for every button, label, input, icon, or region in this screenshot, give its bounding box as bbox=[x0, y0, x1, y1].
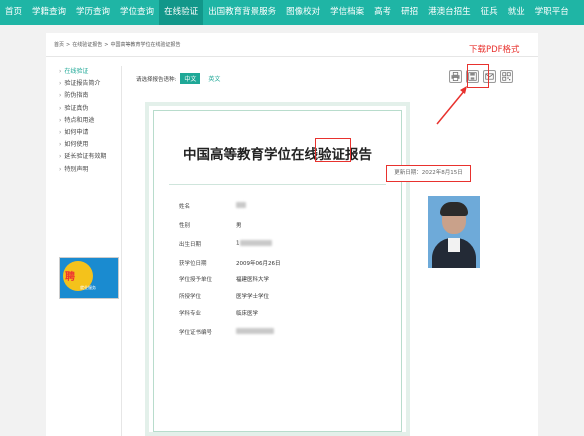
field-value-text: 男 bbox=[236, 223, 242, 229]
field-value-text: 福建医科大学 bbox=[236, 277, 270, 283]
annotation-highlight-box bbox=[467, 64, 489, 88]
nav-item[interactable]: 首页 bbox=[0, 0, 27, 25]
breadcrumb-home[interactable]: 首页 bbox=[54, 42, 64, 48]
nav-item[interactable]: 在线验证 bbox=[159, 0, 204, 25]
field-value: 男 bbox=[236, 221, 242, 229]
divider bbox=[46, 56, 538, 57]
update-date: 更新日期：2022年8月15日 bbox=[386, 165, 471, 182]
nav-item[interactable]: 高考 bbox=[369, 0, 396, 25]
sidebar-item[interactable]: › 如何申请 bbox=[52, 127, 121, 139]
sidebar-item[interactable]: › 特点和用途 bbox=[52, 115, 121, 127]
chevron-right-icon: › bbox=[59, 116, 62, 124]
photo-collar bbox=[448, 238, 460, 252]
redacted-value bbox=[239, 240, 272, 246]
nav-item[interactable]: 学位查询 bbox=[115, 0, 159, 25]
sidebar-item-label: 验证真伪 bbox=[64, 104, 89, 112]
qrcode-icon[interactable] bbox=[500, 70, 513, 83]
nav-item[interactable]: 学职平台 bbox=[530, 0, 574, 25]
sidebar-item[interactable]: › 防伪指南 bbox=[52, 90, 121, 102]
chevron-right-icon: › bbox=[59, 68, 62, 75]
title-highlight-box bbox=[315, 138, 351, 162]
sidebar-item[interactable]: › 验证报告简介 bbox=[52, 78, 121, 90]
field-value: 1 bbox=[236, 240, 272, 247]
sidebar: › 在线验证 › 验证报告简介 › 防伪指南 › 验证真伪 › 特点和用途 › 如何申请 › 如何使用 › 延… bbox=[52, 66, 122, 436]
chevron-right-icon: › bbox=[59, 141, 62, 149]
field-label: 学科专业 bbox=[179, 311, 202, 317]
nav-item[interactable]: 港澳台招生 bbox=[423, 0, 476, 25]
field-value: 医学学士学位 bbox=[236, 292, 269, 300]
field-label: 所授学位 bbox=[179, 294, 202, 300]
breadcrumb-separator: > bbox=[66, 42, 71, 48]
sidebar-item[interactable]: › 特别声明 bbox=[52, 164, 121, 176]
field-label: 出生日期 bbox=[179, 242, 202, 248]
breadcrumb-report[interactable]: 在线验证报告 bbox=[72, 42, 102, 48]
nav-item[interactable]: 学籍查询 bbox=[27, 0, 71, 25]
photo-hair bbox=[440, 202, 468, 216]
field-value: 2009年06月26日 bbox=[236, 259, 281, 267]
nav-item[interactable]: 征兵 bbox=[476, 0, 503, 25]
banner-text: 聘 bbox=[65, 272, 75, 283]
sidebar-item-label: 验证报告简介 bbox=[64, 80, 101, 88]
field-label: 获学位日期 bbox=[179, 261, 207, 267]
nav-item[interactable]: 学历查询 bbox=[71, 0, 115, 25]
chevron-right-icon: › bbox=[59, 104, 62, 112]
redacted-value bbox=[236, 202, 246, 208]
language-selector: 请选择报告语种: 中文 英文 bbox=[136, 73, 224, 84]
breadcrumb-current: 中国高等教育学位在线验证报告 bbox=[110, 42, 181, 48]
chevron-right-icon: › bbox=[59, 128, 62, 136]
annotation-label: 下载PDF格式 bbox=[469, 45, 520, 55]
nav-item[interactable]: 出国教育背景服务 bbox=[203, 0, 281, 25]
language-en-button[interactable]: 英文 bbox=[204, 73, 224, 84]
sidebar-item-label: 延长验证有效期 bbox=[64, 153, 107, 161]
field-value bbox=[236, 328, 274, 335]
language-zh-button[interactable]: 中文 bbox=[180, 73, 201, 84]
breadcrumb-separator: > bbox=[104, 42, 109, 48]
chevron-right-icon: › bbox=[59, 153, 62, 161]
sidebar-item[interactable]: › 延长验证有效期 bbox=[52, 151, 121, 163]
nav-item[interactable]: 学信档案 bbox=[325, 0, 369, 25]
language-label: 请选择报告语种: bbox=[136, 76, 177, 83]
sidebar-item-label: 防伪指南 bbox=[64, 92, 89, 100]
chevron-right-icon: › bbox=[59, 80, 62, 88]
chevron-right-icon: › bbox=[59, 165, 62, 173]
recruitment-banner[interactable]: 聘 就业服务 bbox=[59, 257, 119, 299]
field-value-text: 1 bbox=[236, 240, 240, 247]
field-value-text: 医学学士学位 bbox=[236, 294, 270, 300]
sidebar-item-label: 特点和用途 bbox=[64, 116, 95, 124]
sidebar-item[interactable]: › 如何使用 bbox=[52, 139, 121, 151]
field-value-text: 临床医学 bbox=[236, 311, 259, 317]
student-photo bbox=[428, 196, 480, 268]
nav-item[interactable]: 图像校对 bbox=[281, 0, 325, 25]
field-label: 姓名 bbox=[179, 204, 191, 210]
sidebar-item-label: 在线验证 bbox=[64, 68, 89, 75]
redacted-value bbox=[236, 328, 274, 334]
field-value: 临床医学 bbox=[236, 309, 258, 317]
sidebar-item-label: 特别声明 bbox=[64, 165, 89, 173]
nav-item[interactable]: 就业 bbox=[503, 0, 530, 25]
field-label: 学位证书编号 bbox=[179, 330, 213, 336]
field-value bbox=[236, 202, 246, 209]
breadcrumb: 首页 > 在线验证报告 > 中国高等教育学位在线验证报告 bbox=[54, 41, 180, 48]
certificate-title: 中国高等教育学位在线验证报告 bbox=[183, 147, 372, 163]
sidebar-item[interactable]: › 验证真伪 bbox=[52, 103, 121, 115]
top-navigation: 首页 学籍查询 学历查询 学位查询 在线验证 出国教育背景服务 图像校对 学信档案 高考 研招 港澳… bbox=[0, 0, 584, 25]
field-value: 福建医科大学 bbox=[236, 275, 269, 283]
banner-subtext: 就业服务 bbox=[80, 285, 96, 290]
print-icon[interactable] bbox=[449, 70, 462, 83]
nav-item[interactable]: 研招 bbox=[396, 0, 423, 25]
sidebar-item-label: 如何使用 bbox=[64, 141, 89, 149]
field-label: 学位授予单位 bbox=[179, 277, 213, 283]
field-label: 性别 bbox=[179, 223, 191, 229]
certificate-divider bbox=[169, 184, 386, 185]
field-value-text: 2009年06月26日 bbox=[236, 261, 281, 267]
chevron-right-icon: › bbox=[59, 92, 62, 100]
sidebar-item-label: 如何申请 bbox=[64, 128, 89, 136]
sidebar-item[interactable]: › 在线验证 bbox=[52, 66, 121, 78]
certificate: 中国高等教育学位在线验证报告 更新日期：2022年8月15日 姓名性别 男出生日期… bbox=[145, 102, 480, 436]
